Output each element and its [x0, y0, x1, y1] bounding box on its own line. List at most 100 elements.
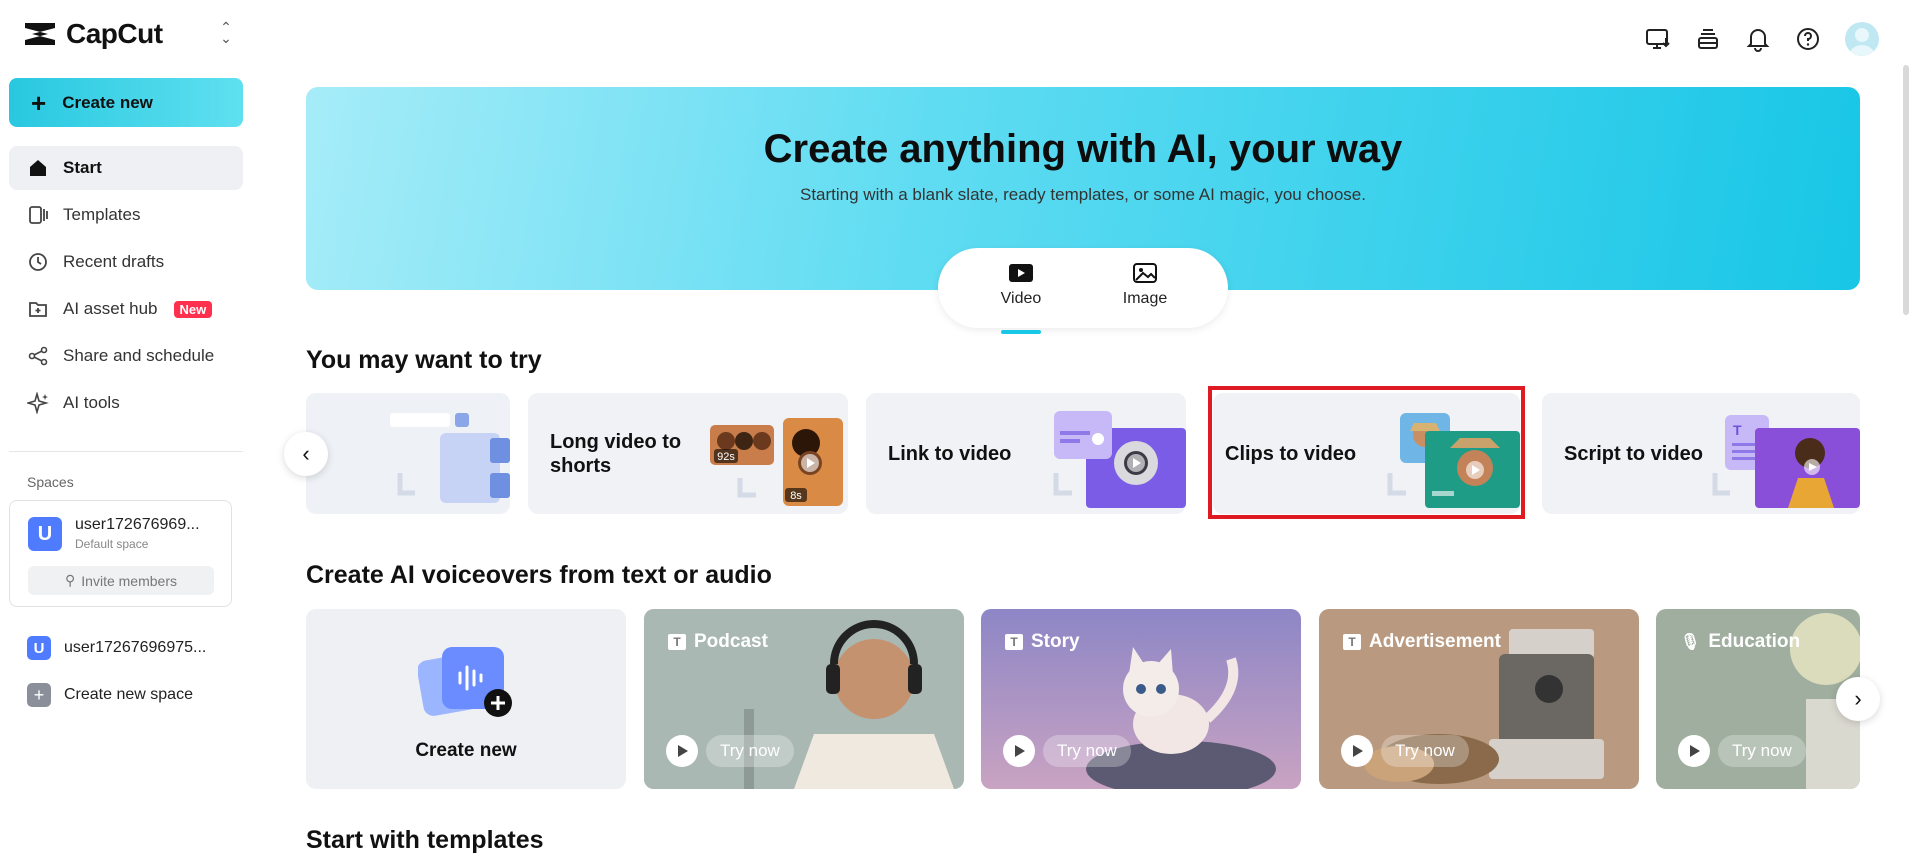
- sidebar-item-label: AI asset hub: [63, 299, 158, 318]
- home-icon: [30, 160, 46, 176]
- mode-toggle: Video Image: [938, 248, 1228, 334]
- voiceover-title-label: Podcast: [694, 631, 768, 652]
- long-video-illustration: 92s 8s: [710, 418, 843, 506]
- capcut-app: CapCut ⌃ ⌄ + Create new Start Templates R…: [0, 0, 1909, 856]
- link-video-illustration: [1053, 411, 1186, 508]
- play-icon: [1003, 735, 1035, 767]
- sidebar-item-recent-drafts[interactable]: Recent drafts: [9, 240, 243, 284]
- sidebar-nav: Start Templates Recent drafts AI asset h…: [9, 146, 243, 428]
- user-avatar-icon: [1849, 28, 1875, 56]
- carousel-prev-button[interactable]: ‹: [284, 432, 328, 476]
- sparkle-icon: [27, 392, 49, 414]
- voiceover-card-title: T Advertisement: [1343, 631, 1501, 653]
- invite-members-button[interactable]: ⚲ Invite members: [28, 566, 214, 595]
- space-item-user[interactable]: U user17267696975...: [27, 634, 206, 662]
- sidebar-item-start[interactable]: Start: [9, 146, 243, 190]
- try-section-title: You may want to try: [306, 346, 542, 374]
- bell-icon[interactable]: [1745, 26, 1771, 52]
- person-add-icon: ⚲: [65, 572, 76, 588]
- desktop-download-icon[interactable]: [1645, 26, 1671, 52]
- layers-icon[interactable]: [1695, 26, 1721, 52]
- space-avatar: U: [27, 636, 51, 660]
- text-icon: T: [668, 634, 686, 650]
- video-icon: [1009, 264, 1033, 282]
- diagram-illustration: [390, 413, 510, 503]
- sidebar-item-label: Start: [63, 158, 102, 177]
- workspace-switch-icon[interactable]: ⌃ ⌄: [216, 20, 236, 45]
- duration-tag: 8s: [790, 490, 802, 502]
- try-card-script-to-video[interactable]: Script to video T: [1542, 393, 1860, 514]
- try-now-label: Try now: [1381, 735, 1469, 767]
- sidebar-item-label: Templates: [63, 205, 141, 224]
- voiceover-card-podcast[interactable]: T Podcast Try now: [644, 609, 964, 789]
- help-icon[interactable]: [1795, 26, 1821, 52]
- sidebar-item-share-and-schedule[interactable]: Share and schedule: [9, 334, 243, 378]
- sidebar-item-label: AI tools: [63, 393, 120, 412]
- voiceover-title-label: Story: [1031, 631, 1080, 652]
- create-new-space-button[interactable]: + Create new space: [27, 681, 193, 709]
- tab-label: Image: [1122, 290, 1168, 307]
- voiceover-card-advertisement[interactable]: T Advertisement Try now: [1319, 609, 1639, 789]
- templates-section-title: Start with templates: [306, 826, 544, 854]
- voiceover-card-story[interactable]: T Story Try now: [981, 609, 1301, 789]
- tab-image[interactable]: Image: [1103, 262, 1187, 328]
- voiceover-title-label: Advertisement: [1369, 631, 1501, 652]
- text-icon: T: [1343, 634, 1361, 650]
- app-name: CapCut: [66, 18, 163, 49]
- svg-text:T: T: [1733, 422, 1742, 438]
- sidebar-item-ai-tools[interactable]: AI tools: [9, 381, 243, 425]
- voiceover-card-title: 🎙 Education: [1680, 631, 1800, 653]
- carousel-next-button[interactable]: ›: [1836, 677, 1880, 721]
- space-subtitle: Default space: [75, 537, 149, 551]
- audio-wave-icon: [418, 647, 512, 717]
- sidebar-item-label: Recent drafts: [63, 252, 165, 271]
- sidebar-item-label: Share and schedule: [63, 346, 215, 365]
- try-now-label: Try now: [1718, 735, 1806, 767]
- image-icon: [1133, 263, 1157, 283]
- plus-icon: +: [31, 87, 47, 118]
- share-icon: [28, 346, 48, 366]
- try-card-partial[interactable]: [306, 393, 510, 514]
- new-badge: New: [173, 300, 213, 318]
- space-name: user17267696975...: [64, 639, 207, 656]
- voiceover-create-label: Create new: [415, 740, 517, 761]
- page-scrollbar[interactable]: [1903, 65, 1909, 315]
- sidebar-item-templates[interactable]: Templates: [9, 193, 243, 237]
- duration-tag: 92s: [717, 451, 735, 463]
- try-now-button[interactable]: Try now: [1003, 735, 1131, 767]
- topbar-actions: [1645, 22, 1879, 56]
- default-space-card[interactable]: U user172676969... Default space ⚲ Invit…: [9, 500, 232, 607]
- invite-label: Invite members: [81, 572, 177, 589]
- try-now-button[interactable]: Try now: [666, 735, 794, 767]
- text-icon: T: [1005, 634, 1023, 650]
- tab-label: Video: [1000, 290, 1042, 307]
- tab-video[interactable]: Video: [979, 262, 1063, 334]
- voiceover-title-label: Education: [1708, 631, 1801, 652]
- space-name: user172676969...: [75, 516, 200, 533]
- capcut-logo-icon: [25, 23, 55, 45]
- user-avatar[interactable]: [1845, 22, 1879, 56]
- voiceover-card-education[interactable]: 🎙 Education Try now: [1656, 609, 1860, 789]
- try-now-button[interactable]: Try now: [1341, 735, 1469, 767]
- clock-icon: [29, 253, 47, 271]
- hero-subtitle: Starting with a blank slate, ready templ…: [799, 185, 1366, 204]
- sidebar-item-ai-asset-hub[interactable]: AI asset hub New: [9, 287, 243, 331]
- brand[interactable]: CapCut: [22, 18, 163, 50]
- play-icon: [1341, 735, 1373, 767]
- try-now-label: Try now: [706, 735, 794, 767]
- try-card-link-to-video[interactable]: Link to video: [866, 393, 1186, 514]
- space-avatar: U: [28, 517, 62, 551]
- hero-title: Create anything with AI, your way: [763, 127, 1403, 171]
- plus-icon: +: [27, 683, 51, 707]
- selection-highlight: [1208, 386, 1525, 519]
- try-now-label: Try now: [1043, 735, 1131, 767]
- play-icon: [666, 735, 698, 767]
- try-card-long-video-to-shorts[interactable]: Long video to shorts 92s 8s: [528, 393, 848, 514]
- microphone-icon: 🎙: [1680, 634, 1701, 651]
- create-new-button[interactable]: + Create new: [9, 78, 243, 127]
- voiceover-create-new-card[interactable]: Create new: [306, 609, 626, 789]
- spaces-heading: Spaces: [27, 474, 74, 490]
- try-now-button[interactable]: Try now: [1678, 735, 1806, 767]
- voiceover-card-title: T Story: [1005, 631, 1080, 653]
- create-space-label: Create new space: [64, 686, 193, 703]
